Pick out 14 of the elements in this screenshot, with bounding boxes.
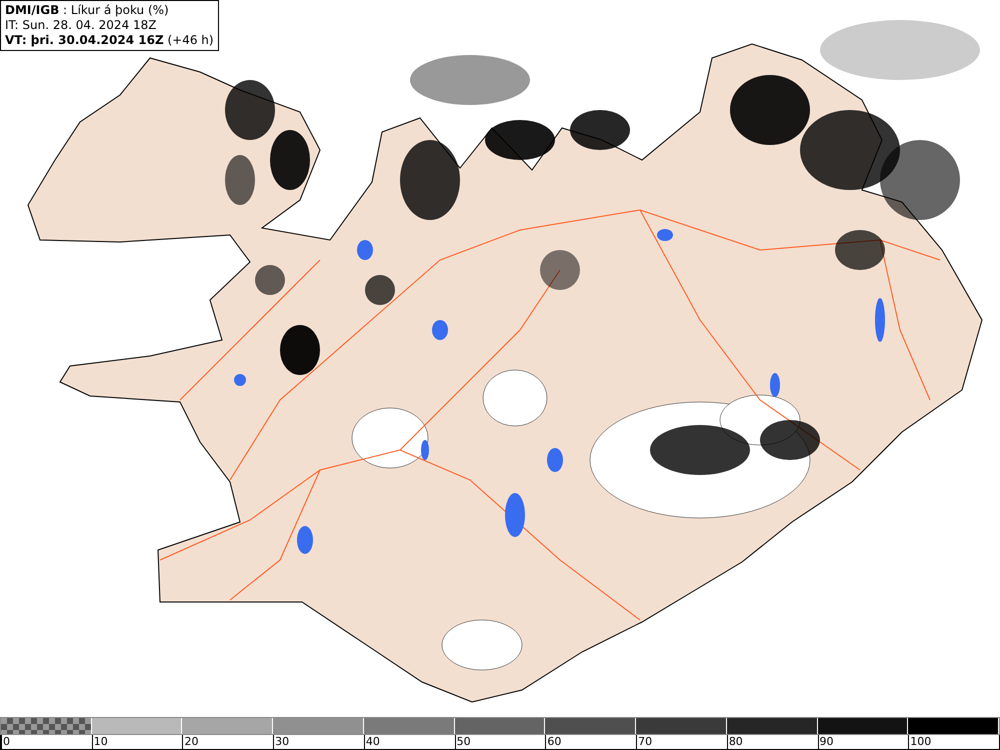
legend-label: 10 bbox=[94, 735, 108, 748]
legend-label: 30 bbox=[275, 735, 290, 748]
legend-label: 90 bbox=[820, 735, 834, 748]
legend-label: 0 bbox=[3, 735, 10, 748]
legend-label: 80 bbox=[728, 735, 743, 748]
legend-label: 60 bbox=[547, 735, 562, 748]
info-text: DMI/IGB : Líkur á þoku (%) bbox=[5, 3, 170, 18]
legend-label: 70 bbox=[638, 735, 652, 748]
legend-label: 40 bbox=[366, 735, 380, 748]
legend-label: 20 bbox=[184, 735, 198, 748]
legend-label: 50 bbox=[456, 735, 471, 748]
info-text: IT: Sun. 28. 04. 2024 18Z bbox=[5, 18, 158, 33]
info-text: VT: þri. 30.04.2024 16Z (+46 h) bbox=[5, 33, 214, 48]
legend-label: 100 bbox=[910, 735, 932, 748]
